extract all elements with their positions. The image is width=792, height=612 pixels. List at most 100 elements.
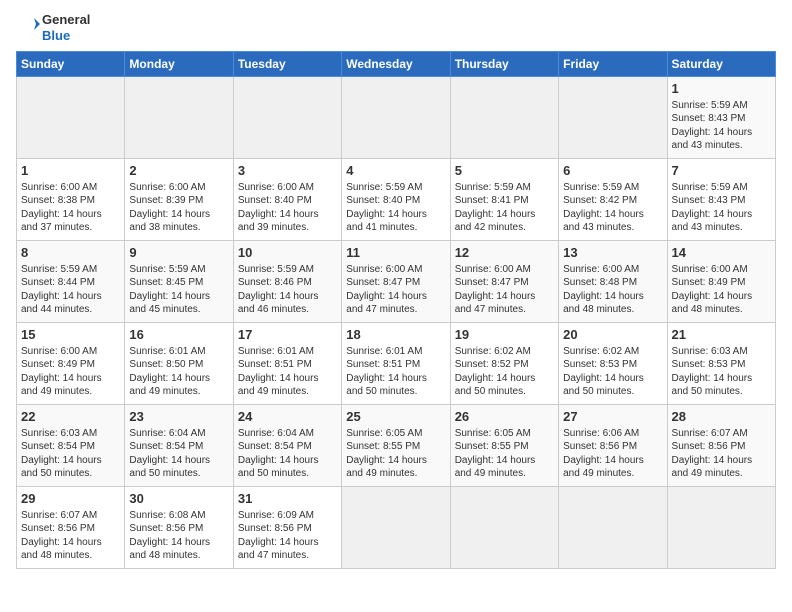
sunrise: Sunrise: 5:59 AM: [672, 100, 748, 111]
day-cell: [450, 487, 558, 569]
daylight: Daylight: 14 hours and 37 minutes.: [21, 209, 102, 234]
day-number: 11: [346, 244, 445, 262]
sunset: Sunset: 8:47 PM: [455, 277, 529, 288]
day-cell: [125, 77, 233, 159]
day-cell: [559, 487, 667, 569]
day-number: 2: [129, 162, 228, 180]
day-number: 18: [346, 326, 445, 344]
sunset: Sunset: 8:56 PM: [21, 523, 95, 534]
sunrise: Sunrise: 6:02 AM: [563, 346, 639, 357]
col-header-friday: Friday: [559, 52, 667, 77]
day-cell: 17 Sunrise: 6:01 AM Sunset: 8:51 PM Dayligh…: [233, 323, 341, 405]
daylight: Daylight: 14 hours and 43 minutes.: [672, 209, 753, 234]
day-number: 7: [672, 162, 771, 180]
day-number: 24: [238, 408, 337, 426]
sunset: Sunset: 8:54 PM: [238, 441, 312, 452]
sunset: Sunset: 8:40 PM: [346, 195, 420, 206]
day-cell: 13Sunrise: 6:00 AMSunset: 8:48 PMDayligh…: [559, 241, 667, 323]
day-cell: 23Sunrise: 6:04 AMSunset: 8:54 PMDayligh…: [125, 405, 233, 487]
daylight: Daylight: 14 hours and 49 minutes.: [21, 373, 102, 398]
col-header-sunday: Sunday: [17, 52, 125, 77]
sunrise: Sunrise: 5:59 AM: [672, 182, 748, 193]
day-cell: 11Sunrise: 6:00 AMSunset: 8:47 PMDayligh…: [342, 241, 450, 323]
daylight: Daylight: 14 hours and 50 minutes.: [21, 455, 102, 480]
sunrise: Sunrise: 6:00 AM: [563, 264, 639, 275]
sunrise: Sunrise: 5:59 AM: [346, 182, 422, 193]
col-header-wednesday: Wednesday: [342, 52, 450, 77]
sunset: Sunset: 8:56 PM: [129, 523, 203, 534]
daylight: Daylight: 14 hours and 48 minutes.: [672, 291, 753, 316]
day-cell: 25Sunrise: 6:05 AMSunset: 8:55 PMDayligh…: [342, 405, 450, 487]
day-cell: 30Sunrise: 6:08 AMSunset: 8:56 PMDayligh…: [125, 487, 233, 569]
day-cell: 28Sunrise: 6:07 AMSunset: 8:56 PMDayligh…: [667, 405, 775, 487]
day-cell: 26Sunrise: 6:05 AMSunset: 8:55 PMDayligh…: [450, 405, 558, 487]
daylight: Daylight: 14 hours and 49 minutes.: [238, 373, 319, 398]
day-cell: 15Sunrise: 6:00 AMSunset: 8:49 PMDayligh…: [17, 323, 125, 405]
sunset: Sunset: 8:51 PM: [346, 359, 420, 370]
sunrise: Sunrise: 6:08 AM: [129, 510, 205, 521]
day-cell: 5Sunrise: 5:59 AMSunset: 8:41 PMDaylight…: [450, 159, 558, 241]
day-number: 28: [672, 408, 771, 426]
col-header-monday: Monday: [125, 52, 233, 77]
sunset: Sunset: 8:56 PM: [563, 441, 637, 452]
col-header-thursday: Thursday: [450, 52, 558, 77]
sunset: Sunset: 8:51 PM: [238, 359, 312, 370]
sunrise: Sunrise: 6:03 AM: [21, 428, 97, 439]
daylight: Daylight: 14 hours and 43 minutes.: [672, 127, 753, 152]
day-cell: 24Sunrise: 6:04 AMSunset: 8:54 PMDayligh…: [233, 405, 341, 487]
sunset: Sunset: 8:43 PM: [672, 195, 746, 206]
daylight: Daylight: 14 hours and 50 minutes.: [346, 373, 427, 398]
day-number: 20: [563, 326, 662, 344]
logo-line1: General: [42, 12, 90, 28]
sunrise: Sunrise: 6:01 AM: [238, 346, 314, 357]
logo-bird-icon: [16, 12, 40, 36]
col-header-saturday: Saturday: [667, 52, 775, 77]
logo-line2: Blue: [42, 28, 90, 44]
sunset: Sunset: 8:47 PM: [346, 277, 420, 288]
day-cell: 4Sunrise: 5:59 AMSunset: 8:40 PMDaylight…: [342, 159, 450, 241]
day-cell: 9Sunrise: 5:59 AMSunset: 8:45 PMDaylight…: [125, 241, 233, 323]
day-number: 27: [563, 408, 662, 426]
day-number: 21: [672, 326, 771, 344]
logo: General Blue: [16, 12, 90, 43]
sunrise: Sunrise: 5:59 AM: [563, 182, 639, 193]
sunset: Sunset: 8:42 PM: [563, 195, 637, 206]
day-cell: [559, 77, 667, 159]
daylight: Daylight: 14 hours and 49 minutes.: [455, 455, 536, 480]
logo-container: General Blue: [16, 12, 90, 43]
sunrise: Sunrise: 6:09 AM: [238, 510, 314, 521]
day-number: 8: [21, 244, 120, 262]
daylight: Daylight: 14 hours and 50 minutes.: [129, 455, 210, 480]
day-cell: [342, 487, 450, 569]
day-number: 3: [238, 162, 337, 180]
daylight: Daylight: 14 hours and 45 minutes.: [129, 291, 210, 316]
day-cell: 10Sunrise: 5:59 AMSunset: 8:46 PMDayligh…: [233, 241, 341, 323]
daylight: Daylight: 14 hours and 49 minutes.: [129, 373, 210, 398]
week-row-3: 8Sunrise: 5:59 AMSunset: 8:44 PMDaylight…: [17, 241, 776, 323]
day-number: 9: [129, 244, 228, 262]
sunrise: Sunrise: 6:01 AM: [129, 346, 205, 357]
day-number: 5: [455, 162, 554, 180]
day-number: 31: [238, 490, 337, 508]
daylight: Daylight: 14 hours and 44 minutes.: [21, 291, 102, 316]
sunset: Sunset: 8:52 PM: [455, 359, 529, 370]
daylight: Daylight: 14 hours and 47 minutes.: [238, 537, 319, 562]
sunset: Sunset: 8:40 PM: [238, 195, 312, 206]
sunset: Sunset: 8:54 PM: [129, 441, 203, 452]
sunset: Sunset: 8:56 PM: [238, 523, 312, 534]
day-number: 23: [129, 408, 228, 426]
day-number: 19: [455, 326, 554, 344]
day-number: 17: [238, 326, 337, 344]
daylight: Daylight: 14 hours and 46 minutes.: [238, 291, 319, 316]
header: General Blue: [16, 12, 776, 43]
sunrise: Sunrise: 5:59 AM: [129, 264, 205, 275]
day-number: 6: [563, 162, 662, 180]
daylight: Daylight: 14 hours and 48 minutes.: [21, 537, 102, 562]
daylight: Daylight: 14 hours and 49 minutes.: [672, 455, 753, 480]
sunrise: Sunrise: 6:07 AM: [21, 510, 97, 521]
day-cell: 3Sunrise: 6:00 AMSunset: 8:40 PMDaylight…: [233, 159, 341, 241]
sunset: Sunset: 8:50 PM: [129, 359, 203, 370]
sunset: Sunset: 8:54 PM: [21, 441, 95, 452]
sunrise: Sunrise: 6:07 AM: [672, 428, 748, 439]
sunset: Sunset: 8:53 PM: [563, 359, 637, 370]
